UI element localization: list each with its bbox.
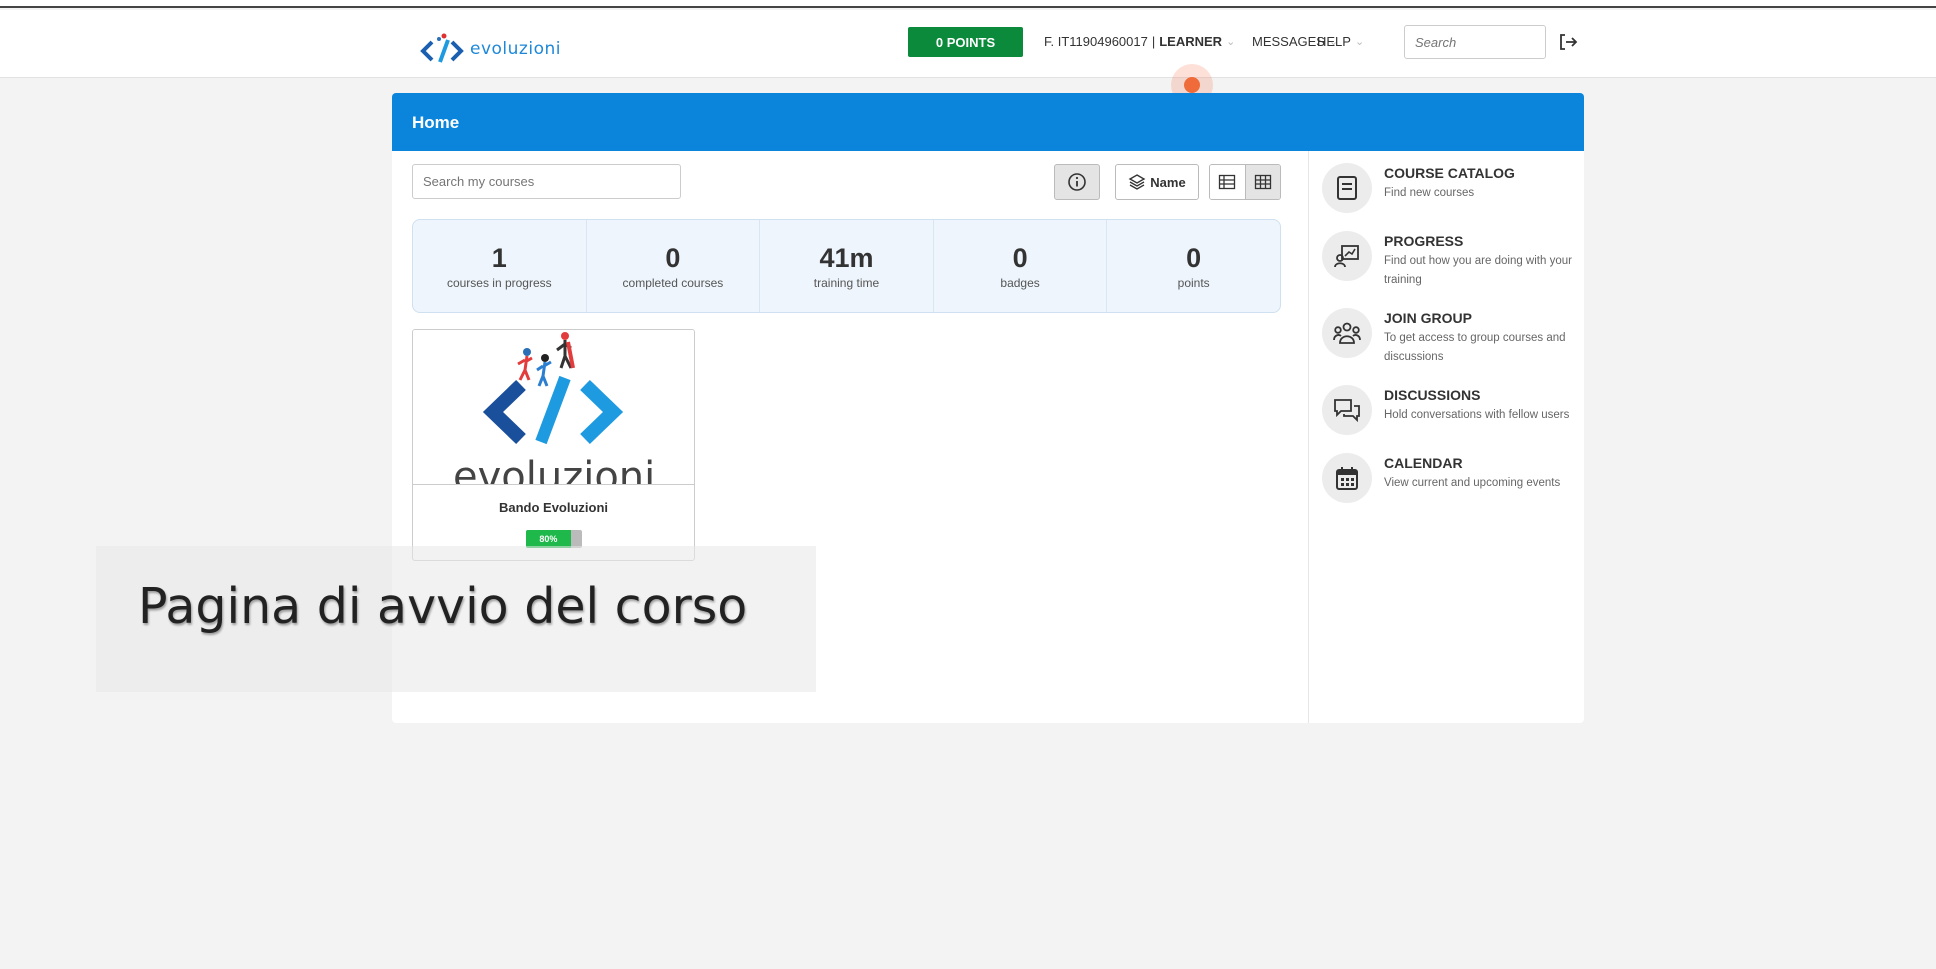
quick-link-desc: Find out how you are doing with your tra… xyxy=(1384,255,1572,286)
stat-value: 0 xyxy=(1012,243,1028,273)
quick-link-title: PROGRESS xyxy=(1384,233,1464,249)
grid-view-button[interactable] xyxy=(1244,165,1280,199)
stat-label: courses in progress xyxy=(446,276,552,290)
stat-label: training time xyxy=(813,276,880,290)
course-card[interactable]: evoluzioni Bando Evoluzioni 80% xyxy=(412,329,695,561)
stat-value: 0 xyxy=(665,243,681,273)
logout-button[interactable] xyxy=(1556,30,1582,54)
chevron-down-icon: ⌄ xyxy=(1354,36,1365,48)
points-button[interactable]: 0 POINTS xyxy=(908,27,1023,57)
course-search-input[interactable] xyxy=(412,164,681,199)
quick-link-desc: View current and upcoming events xyxy=(1384,477,1561,489)
quick-link-desc: To get access to group courses and discu… xyxy=(1384,332,1566,363)
stat-label: points xyxy=(1177,276,1210,290)
book-icon xyxy=(1322,163,1372,213)
progress-chart-icon xyxy=(1322,231,1372,281)
quick-link-progress[interactable]: PROGRESS Find out how you are doing with… xyxy=(1322,231,1572,290)
panel-divider xyxy=(1308,151,1309,723)
window-top-border xyxy=(0,0,1936,8)
quick-link-discussions[interactable]: DISCUSSIONS Hold conversations with fell… xyxy=(1322,385,1572,435)
quick-links-panel: COURSE CATALOG Find new courses PROGRESS… xyxy=(1322,163,1572,521)
quick-link-title: COURSE CATALOG xyxy=(1384,165,1515,181)
group-icon xyxy=(1322,308,1372,358)
stats-panel: 1 courses in progress 0 completed course… xyxy=(412,219,1281,313)
quick-link-title: DISCUSSIONS xyxy=(1384,387,1481,403)
stat-value: 41m xyxy=(819,243,874,273)
stat-label: badges xyxy=(1000,276,1040,290)
list-view-button[interactable] xyxy=(1210,165,1245,199)
logout-icon xyxy=(1560,34,1578,50)
stat-badges: 0 badges xyxy=(934,220,1108,312)
stat-value: 0 xyxy=(1186,243,1202,273)
course-title: Bando Evoluzioni xyxy=(498,500,609,515)
quick-link-desc: Hold conversations with fellow users xyxy=(1384,409,1570,421)
user-role: LEARNER xyxy=(1159,34,1223,49)
info-button[interactable] xyxy=(1054,164,1100,200)
stat-points: 0 points xyxy=(1107,220,1280,312)
top-header: evoluzioni 0 POINTS F. IT11904960017 | L… xyxy=(0,10,1936,78)
evoluzioni-logo-icon xyxy=(420,33,464,63)
sort-label: Name xyxy=(1150,174,1186,190)
user-id: F. IT11904960017 xyxy=(1044,34,1148,49)
stat-courses-in-progress: 1 courses in progress xyxy=(413,220,587,312)
view-toggle xyxy=(1209,164,1281,200)
caption-overlay: Pagina di avvio del corso xyxy=(138,578,748,635)
course-logo-text: evoluzioni xyxy=(453,454,655,485)
sort-by-name-button[interactable]: Name xyxy=(1115,164,1199,200)
stat-completed-courses: 0 completed courses xyxy=(587,220,761,312)
quick-link-title: JOIN GROUP xyxy=(1384,310,1472,326)
quick-link-calendar[interactable]: CALENDAR View current and upcoming event… xyxy=(1322,453,1572,503)
quick-link-title: CALENDAR xyxy=(1384,455,1463,471)
logo-text: evoluzioni xyxy=(470,39,561,59)
logo[interactable]: evoluzioni xyxy=(420,32,561,66)
page-title: Home xyxy=(392,93,1584,151)
help-label: HELP xyxy=(1317,34,1351,49)
quick-link-join-group[interactable]: JOIN GROUP To get access to group course… xyxy=(1322,308,1572,367)
course-thumbnail: evoluzioni xyxy=(413,330,694,485)
stat-label: completed courses xyxy=(622,276,724,290)
quick-link-course-catalog[interactable]: COURSE CATALOG Find new courses xyxy=(1322,163,1572,213)
help-menu[interactable]: HELP ⌄ xyxy=(1317,34,1364,49)
quick-link-desc: Find new courses xyxy=(1384,187,1475,199)
layers-icon xyxy=(1128,174,1146,190)
course-logo-image: evoluzioni xyxy=(453,332,655,485)
global-search-input[interactable] xyxy=(1404,25,1546,59)
messages-label: MESSAGES xyxy=(1252,34,1325,49)
grid-view-icon xyxy=(1254,174,1271,190)
user-separator: | xyxy=(1151,34,1156,49)
calendar-icon xyxy=(1322,453,1372,503)
stat-value: 1 xyxy=(491,243,507,273)
chevron-down-icon: ⌄ xyxy=(1226,36,1236,48)
chat-bubbles-icon xyxy=(1322,385,1372,435)
user-menu[interactable]: F. IT11904960017 | LEARNER ⌄ xyxy=(1044,34,1235,49)
list-view-icon xyxy=(1219,174,1236,190)
info-icon xyxy=(1068,173,1086,191)
stat-training-time: 41m training time xyxy=(760,220,934,312)
